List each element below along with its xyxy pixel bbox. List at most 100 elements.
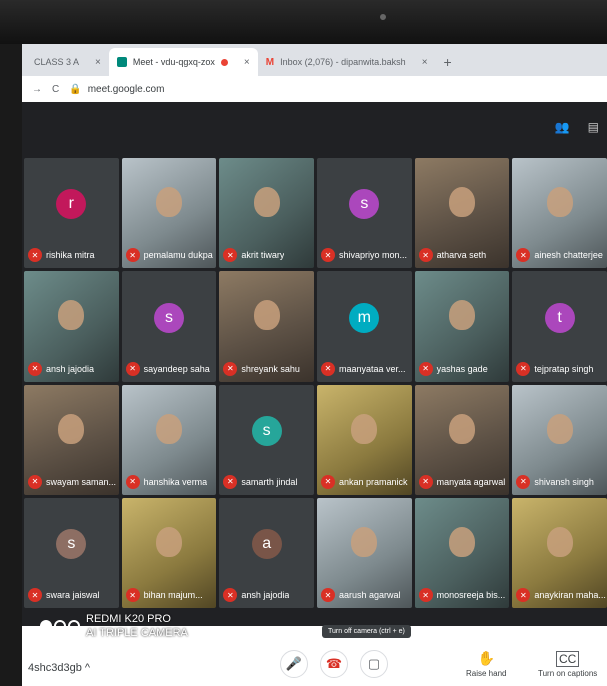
participant-tile[interactable]: r ✕ rishika mitra	[24, 158, 119, 269]
participant-tile[interactable]: ✕ ansh jajodia	[24, 271, 119, 382]
participant-nameplate: ✕ shivapriyo mon...	[320, 248, 407, 263]
lock-icon: 🔒	[69, 83, 82, 95]
tab-close-icon[interactable]: ×	[422, 57, 428, 68]
participant-tile[interactable]: ✕ ainesh chatterjee	[512, 158, 607, 269]
new-tab-button[interactable]: +	[436, 54, 460, 76]
camera-watermark: REDMI K20 PRO AI TRIPLE CAMERA	[40, 612, 188, 640]
participant-tile[interactable]: ✕ shivansh singh	[512, 384, 607, 495]
address-bar: → C 🔒 meet.google.com	[22, 76, 607, 102]
participant-nameplate: ✕ ankan pramanick	[320, 474, 408, 489]
participant-nameplate: ✕ pemalamu dukpa	[125, 248, 213, 263]
participant-nameplate: ✕ ainesh chatterjee	[516, 248, 603, 263]
participant-tile[interactable]: s ✕ samarth jindal	[219, 384, 314, 495]
participant-video	[546, 187, 573, 218]
participant-grid: r ✕ rishika mitra ✕ pemalamu dukpa ✕ akrit tiw…	[24, 158, 607, 608]
mic-off-icon: ✕	[516, 248, 531, 263]
camera-dots-logo	[40, 620, 80, 632]
back-arrow-icon[interactable]: →	[32, 84, 42, 95]
end-call-control[interactable]: ☎	[320, 650, 348, 678]
participant-video	[546, 526, 573, 557]
participant-tile[interactable]: ✕ akrit tiwary	[219, 158, 314, 269]
tab-class-3a[interactable]: CLASS 3 A ×	[26, 48, 109, 76]
participant-tile[interactable]: ✕ bihan majum...	[121, 497, 217, 608]
participant-nameplate: ✕ aarush agarwal	[320, 588, 401, 602]
microphone-control[interactable]: 🎤	[280, 650, 308, 678]
participant-avatar: s	[56, 529, 87, 560]
meeting-details[interactable]: 4shc3d3gb ^	[28, 662, 90, 674]
participant-tile[interactable]: ✕ aarush agarwal	[316, 497, 412, 608]
participant-name: tejpratap singh	[534, 363, 594, 374]
people-icon[interactable]: 👥	[555, 120, 570, 134]
participant-name: aarush agarwal	[338, 590, 401, 600]
participant-tile[interactable]: m ✕ maanyataa ver...	[316, 271, 412, 382]
participant-name: monosreeja bis...	[436, 590, 506, 600]
participant-nameplate: ✕ tejpratap singh	[516, 361, 594, 376]
captions-icon: CC	[555, 651, 580, 667]
participant-avatar: r	[56, 189, 87, 220]
raise-hand-button[interactable]: ✋ Raise hand	[466, 650, 506, 678]
participant-nameplate: ✕ ansh jajodia	[28, 361, 94, 376]
participant-tile[interactable]: s ✕ sayandeep saha	[121, 271, 217, 382]
gmail-icon: M	[265, 57, 275, 68]
mic-off-icon: ✕	[28, 361, 42, 376]
participant-name: ansh jajodia	[241, 590, 290, 600]
camera-control[interactable]: ▢	[360, 650, 388, 678]
participant-nameplate: ✕ ansh jajodia	[223, 588, 289, 602]
watermark-line2: AI TRIPLE CAMERA	[86, 627, 188, 639]
participant-nameplate: ✕ monosreeja bis...	[418, 588, 506, 602]
participant-tile[interactable]: ✕ monosreeja bis...	[414, 497, 510, 608]
participant-tile[interactable]: ✕ shreyank sahu	[219, 271, 314, 382]
hand-icon: ✋	[477, 650, 495, 666]
participant-tile[interactable]: ✕ hanshika verma	[121, 384, 217, 495]
participant-video	[58, 413, 85, 444]
tab-meet[interactable]: Meet - vdu-qgxq-zox ×	[108, 48, 258, 76]
participant-tile[interactable]: a ✕ ansh jajodia	[219, 497, 314, 608]
participant-video	[155, 526, 182, 557]
participant-tile[interactable]: ✕ swayam saman...	[24, 384, 119, 495]
tab-inbox[interactable]: M Inbox (2,076) - dipanwita.baksh ×	[258, 48, 436, 76]
participant-video	[448, 187, 475, 218]
participant-tile[interactable]: s ✕ shivapriyo mon...	[316, 158, 412, 269]
participant-tile[interactable]: ✕ yashas gade	[414, 271, 510, 382]
mic-off-icon: ✕	[28, 588, 42, 602]
tab-bar: CLASS 3 A × Meet - vdu-qgxq-zox × M Inbo…	[22, 44, 607, 76]
participant-nameplate: ✕ yashas gade	[418, 361, 488, 376]
participant-video	[448, 526, 475, 557]
captions-button[interactable]: CC Turn on captions	[538, 651, 597, 678]
participant-name: bihan majum...	[143, 590, 203, 600]
tab-close-icon[interactable]: ×	[244, 57, 250, 68]
end-call-icon: ☎	[320, 650, 348, 678]
mic-off-icon: ✕	[516, 474, 531, 489]
participant-video	[58, 300, 85, 331]
top-right-icons: 👥 ▤	[555, 120, 599, 134]
mic-off-icon: ✕	[320, 248, 335, 263]
reload-icon[interactable]: C	[52, 84, 59, 95]
participant-tile[interactable]: s ✕ swara jaiswal	[24, 497, 119, 608]
participant-nameplate: ✕ sayandeep saha	[125, 361, 210, 376]
participant-video	[253, 300, 280, 331]
meeting-code: 4shc3d3gb	[28, 662, 82, 674]
mic-off-icon: ✕	[223, 474, 238, 489]
participant-tile[interactable]: ✕ ankan pramanick	[316, 384, 412, 495]
chat-icon[interactable]: ▤	[588, 120, 599, 134]
participant-name: samarth jindal	[241, 476, 298, 487]
participant-nameplate: ✕ swayam saman...	[28, 474, 116, 489]
participant-nameplate: ✕ anaykiran maha...	[516, 588, 606, 602]
mic-off-icon: ✕	[320, 361, 335, 376]
participant-tile[interactable]: ✕ manyata agarwal	[414, 384, 510, 495]
participant-tile[interactable]: ✕ anaykiran maha...	[512, 497, 607, 608]
participant-name: swara jaiswal	[46, 590, 100, 600]
participant-name: atharva seth	[436, 250, 487, 261]
participant-video	[253, 187, 280, 218]
url-field[interactable]: 🔒 meet.google.com	[69, 84, 164, 95]
participant-tile[interactable]: ✕ pemalamu dukpa	[121, 158, 217, 269]
participant-avatar: s	[153, 302, 184, 333]
tab-close-icon[interactable]: ×	[95, 57, 101, 68]
participant-video	[155, 413, 182, 444]
participant-tile[interactable]: ✕ atharva seth	[414, 158, 510, 269]
url-text: meet.google.com	[87, 83, 165, 95]
participant-name: ankan pramanick	[338, 476, 408, 487]
participant-avatar: a	[251, 529, 282, 560]
participant-name: rishika mitra	[46, 250, 95, 261]
participant-tile[interactable]: t ✕ tejpratap singh	[512, 271, 607, 382]
